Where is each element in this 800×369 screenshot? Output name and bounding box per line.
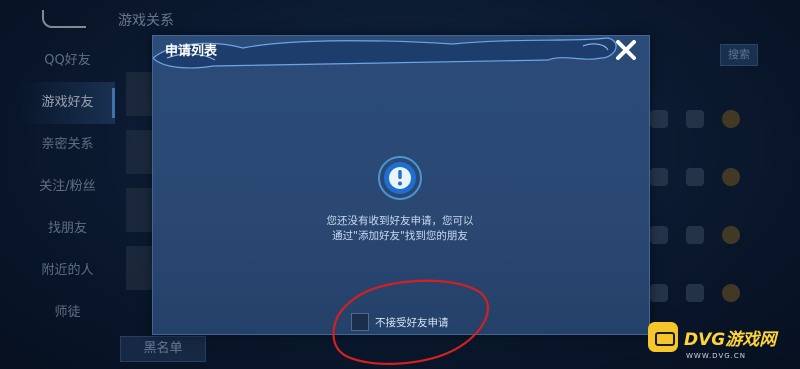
red-annotation-circle (332, 279, 489, 365)
watermark: DVG游戏网 WWW.DVG.CN (648, 322, 777, 360)
empty-message-line1: 您还没有收到好友申请，您可以 (326, 215, 474, 227)
info-icon (378, 156, 422, 200)
watermark-url: WWW.DVG.CN (686, 352, 747, 360)
watermark-text: DVG游戏网 (684, 329, 777, 350)
dialog-title: 申请列表 (165, 44, 218, 59)
empty-message: 您还没有收到好友申请，您可以 通过"添加好友"找到您的朋友 (300, 214, 500, 244)
cloud-header-decoration (153, 37, 617, 69)
gamepad-icon (648, 322, 678, 352)
empty-message-line2: 通过"添加好友"找到您的朋友 (332, 230, 468, 242)
close-icon[interactable] (614, 38, 638, 62)
